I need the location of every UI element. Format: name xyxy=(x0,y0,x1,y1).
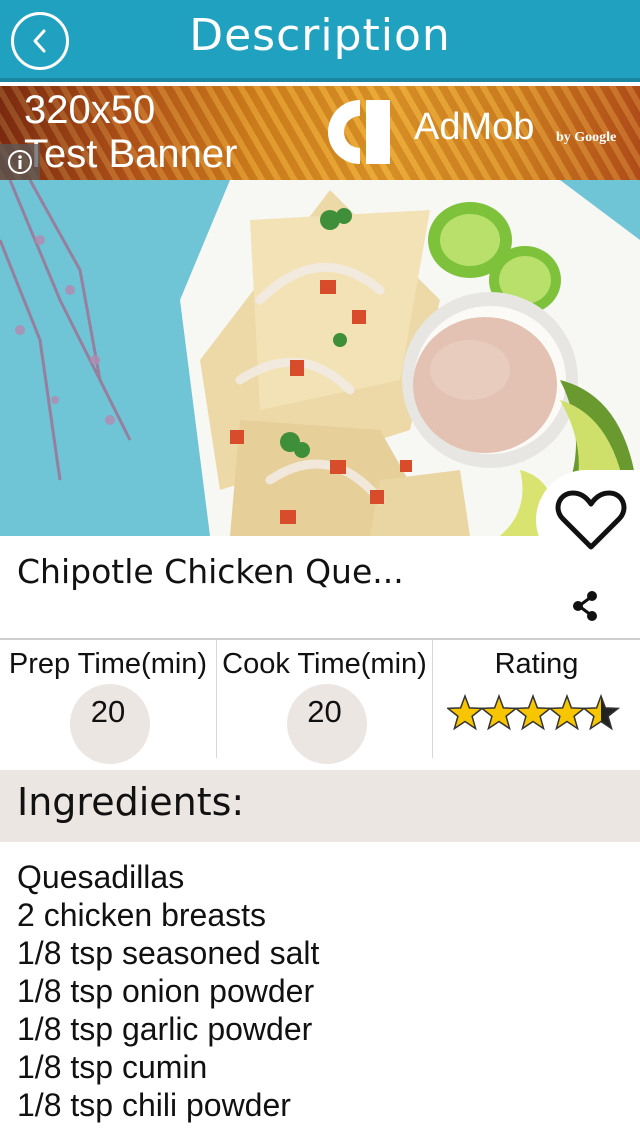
ad-brand: AdMob xyxy=(414,106,535,148)
info-icon[interactable] xyxy=(0,144,40,180)
ad-label: Test Banner xyxy=(24,132,238,176)
ingredient-item: 2 chicken breasts xyxy=(17,897,267,933)
ingredient-item: 1/8 tsp cumin xyxy=(17,1049,208,1085)
star-icon[interactable] xyxy=(479,694,519,731)
recipe-stats: Prep Time(min) 20 Cook Time(min) 20 Rati… xyxy=(0,638,640,770)
recipe-photo xyxy=(0,180,640,536)
star-icon[interactable] xyxy=(547,694,587,731)
cook-time-value: 20 xyxy=(307,694,342,729)
ad-banner[interactable]: 320x50 Test Banner AdMob by Google xyxy=(0,86,640,180)
prep-time-label: Prep Time(min) xyxy=(8,648,208,680)
ingredients-header: Ingredients: xyxy=(0,770,640,842)
prep-time-stat: Prep Time(min) 20 xyxy=(0,640,216,764)
ingredient-item: 1/8 tsp onion powder xyxy=(17,973,315,1009)
ingredient-item: 1/8 tsp garlic powder xyxy=(17,1011,313,1047)
cook-time-label: Cook Time(min) xyxy=(222,648,427,680)
rating-stat: Rating xyxy=(432,640,640,758)
ad-byline: by Google xyxy=(556,130,617,145)
ad-text: 320x50 Test Banner xyxy=(24,88,237,176)
prep-time-value: 20 xyxy=(90,694,126,729)
star-icon[interactable] xyxy=(513,694,553,731)
ingredient-item: 1/8 tsp seasoned salt xyxy=(17,935,320,971)
page-title: Description xyxy=(189,10,451,61)
favorite-button[interactable] xyxy=(536,470,640,570)
ingredients-title: Ingredients: xyxy=(17,780,245,824)
ingredient-item: Quesadillas xyxy=(17,859,185,895)
ad-size-text: 320x50 xyxy=(24,88,156,132)
ingredient-item: 1/8 tsp chili powder xyxy=(17,1087,291,1123)
share-icon[interactable] xyxy=(569,590,601,622)
admob-logo-icon xyxy=(328,100,390,164)
heart-outline-icon xyxy=(555,490,627,550)
top-app-bar: Description xyxy=(0,0,640,82)
recipe-title: Chipotle Chicken Que... xyxy=(17,552,404,591)
rating-label: Rating xyxy=(494,648,579,680)
ingredients-list: Quesadillas 2 chicken breasts 1/8 tsp seas… xyxy=(17,858,627,1124)
star-icon[interactable] xyxy=(581,694,621,731)
star-icon[interactable] xyxy=(447,694,485,731)
cook-time-stat: Cook Time(min) 20 xyxy=(216,640,432,764)
rating-stars[interactable] xyxy=(447,694,627,734)
